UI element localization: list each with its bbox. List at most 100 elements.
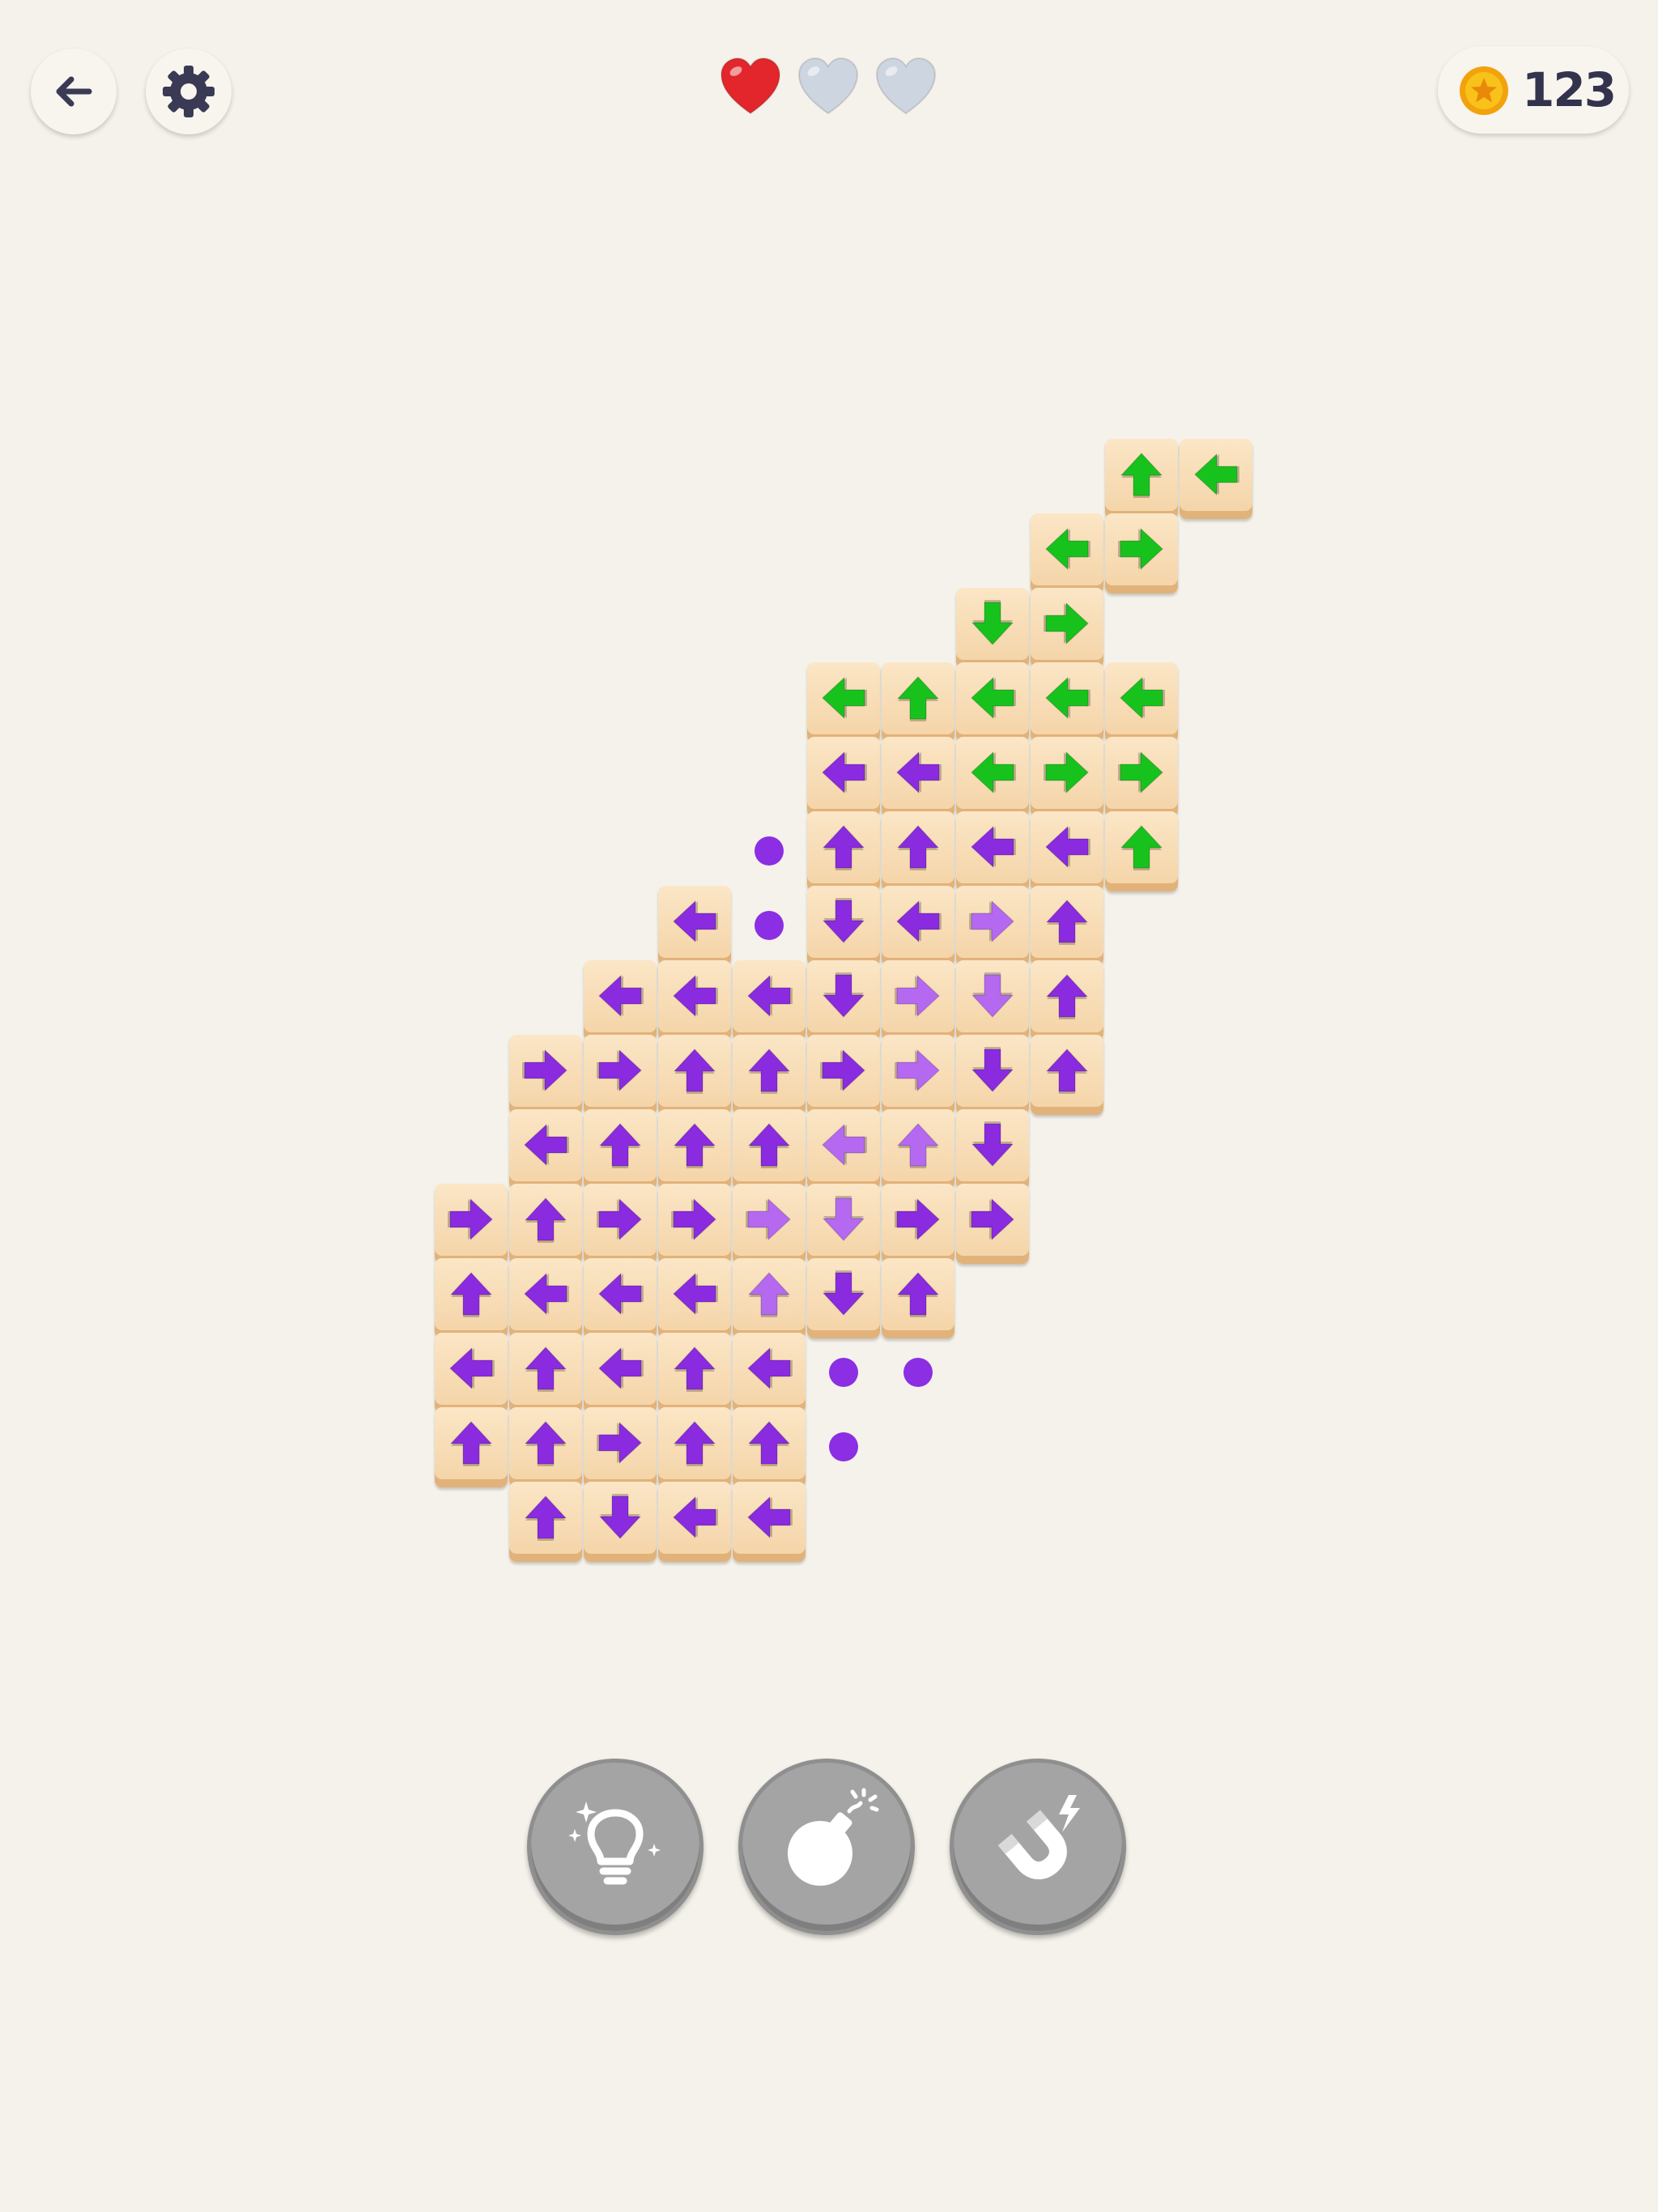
arrow-tile[interactable]: [807, 737, 880, 817]
arrow-tile[interactable]: [956, 886, 1029, 966]
arrow-tile[interactable]: [435, 1184, 508, 1264]
arrow-tile[interactable]: [807, 1035, 880, 1115]
arrow-tile[interactable]: [509, 1482, 582, 1562]
arrow-tile[interactable]: [509, 1184, 582, 1264]
arrow-tile[interactable]: [509, 1035, 582, 1115]
arrow-tile[interactable]: [733, 1109, 806, 1189]
arrow-tile[interactable]: [584, 1258, 657, 1338]
arrow-left-icon: [971, 677, 1016, 719]
arrow-tile[interactable]: [733, 1482, 806, 1562]
arrow-tile[interactable]: [658, 1035, 731, 1115]
arrow-left-icon: [747, 1347, 793, 1389]
arrow-tile[interactable]: [733, 1035, 806, 1115]
arrow-tile[interactable]: [1031, 886, 1103, 966]
arrow-tile[interactable]: [1105, 662, 1178, 742]
arrow-tile[interactable]: [807, 886, 880, 966]
arrow-tile[interactable]: [807, 1109, 880, 1189]
arrow-tile[interactable]: [435, 1258, 508, 1338]
arrow-tile[interactable]: [584, 1407, 657, 1487]
arrow-tile[interactable]: [956, 1109, 1029, 1189]
arrow-right-icon: [895, 975, 940, 1017]
arrow-tile[interactable]: [807, 811, 880, 891]
arrow-tile[interactable]: [1031, 662, 1103, 742]
arrow-tile[interactable]: [1031, 588, 1103, 668]
arrow-up-icon: [748, 1421, 790, 1466]
arrow-tile[interactable]: [1031, 1035, 1103, 1115]
arrow-tile[interactable]: [1105, 737, 1178, 817]
arrow-tile[interactable]: [584, 1482, 657, 1562]
arrow-left-icon: [1194, 453, 1239, 496]
arrow-left-icon: [822, 677, 867, 719]
arrow-tile[interactable]: [882, 960, 954, 1040]
arrow-tile[interactable]: [584, 960, 657, 1040]
arrow-tile[interactable]: [807, 960, 880, 1040]
arrow-tile[interactable]: [1031, 513, 1103, 593]
arrow-tile[interactable]: [435, 1333, 508, 1413]
arrow-tile[interactable]: [807, 1258, 880, 1338]
arrow-tile[interactable]: [584, 1035, 657, 1115]
arrow-tile[interactable]: [956, 662, 1029, 742]
arrow-tile[interactable]: [584, 1333, 657, 1413]
arrow-tile[interactable]: [1105, 439, 1178, 519]
arrow-tile[interactable]: [1105, 513, 1178, 593]
arrow-tile[interactable]: [1105, 811, 1178, 891]
arrow-left-icon: [1045, 677, 1090, 719]
arrow-up-icon: [674, 1421, 716, 1466]
arrow-tile[interactable]: [1180, 439, 1252, 519]
arrow-tile[interactable]: [1031, 737, 1103, 817]
arrow-tile[interactable]: [733, 960, 806, 1040]
arrow-tile[interactable]: [882, 1035, 954, 1115]
arrow-tile[interactable]: [658, 1333, 731, 1413]
arrow-up-icon: [1046, 974, 1088, 1019]
arrow-tile[interactable]: [584, 1109, 657, 1189]
arrow-tile[interactable]: [658, 960, 731, 1040]
arrow-tile[interactable]: [882, 1109, 954, 1189]
arrow-tile[interactable]: [509, 1407, 582, 1487]
arrow-tile[interactable]: [956, 811, 1029, 891]
arrow-up-icon: [674, 1049, 716, 1094]
arrow-left-icon: [822, 1124, 867, 1166]
arrow-tile[interactable]: [807, 662, 880, 742]
arrow-left-icon: [971, 826, 1016, 868]
arrow-tile[interactable]: [658, 886, 731, 966]
arrow-tile[interactable]: [733, 1258, 806, 1338]
arrow-tile[interactable]: [882, 737, 954, 817]
arrow-tile[interactable]: [509, 1109, 582, 1189]
arrow-tile[interactable]: [956, 1184, 1029, 1264]
path-dot: [755, 911, 784, 940]
arrow-tile[interactable]: [882, 1184, 954, 1264]
magnet-button[interactable]: [950, 1759, 1126, 1935]
arrow-tile[interactable]: [435, 1407, 508, 1487]
arrow-up-icon: [748, 1272, 790, 1317]
arrow-tile[interactable]: [1031, 811, 1103, 891]
arrow-tile[interactable]: [956, 588, 1029, 668]
arrow-tile[interactable]: [807, 1184, 880, 1264]
arrow-tile[interactable]: [509, 1258, 582, 1338]
arrow-tile[interactable]: [509, 1333, 582, 1413]
arrow-tile[interactable]: [956, 1035, 1029, 1115]
arrow-tile[interactable]: [733, 1184, 806, 1264]
arrow-up-icon: [599, 1123, 641, 1168]
arrow-tile[interactable]: [658, 1482, 731, 1562]
arrow-tile[interactable]: [733, 1407, 806, 1487]
arrow-tile[interactable]: [956, 960, 1029, 1040]
hint-button[interactable]: [527, 1759, 704, 1935]
bomb-button[interactable]: [738, 1759, 915, 1935]
arrow-tile[interactable]: [584, 1184, 657, 1264]
arrow-tile[interactable]: [882, 886, 954, 966]
arrow-tile[interactable]: [882, 1258, 954, 1338]
arrow-tile[interactable]: [956, 737, 1029, 817]
arrow-down-icon: [823, 972, 865, 1018]
arrow-right-icon: [895, 1198, 940, 1240]
arrow-tile[interactable]: [733, 1333, 806, 1413]
arrow-tile[interactable]: [882, 662, 954, 742]
path-dot: [755, 836, 784, 866]
arrow-tile[interactable]: [658, 1258, 731, 1338]
arrow-up-icon: [1046, 900, 1088, 945]
arrow-tile[interactable]: [882, 811, 954, 891]
arrow-tile[interactable]: [658, 1407, 731, 1487]
arrow-right-icon: [1044, 602, 1089, 644]
arrow-tile[interactable]: [658, 1109, 731, 1189]
arrow-tile[interactable]: [1031, 960, 1103, 1040]
arrow-tile[interactable]: [658, 1184, 731, 1264]
